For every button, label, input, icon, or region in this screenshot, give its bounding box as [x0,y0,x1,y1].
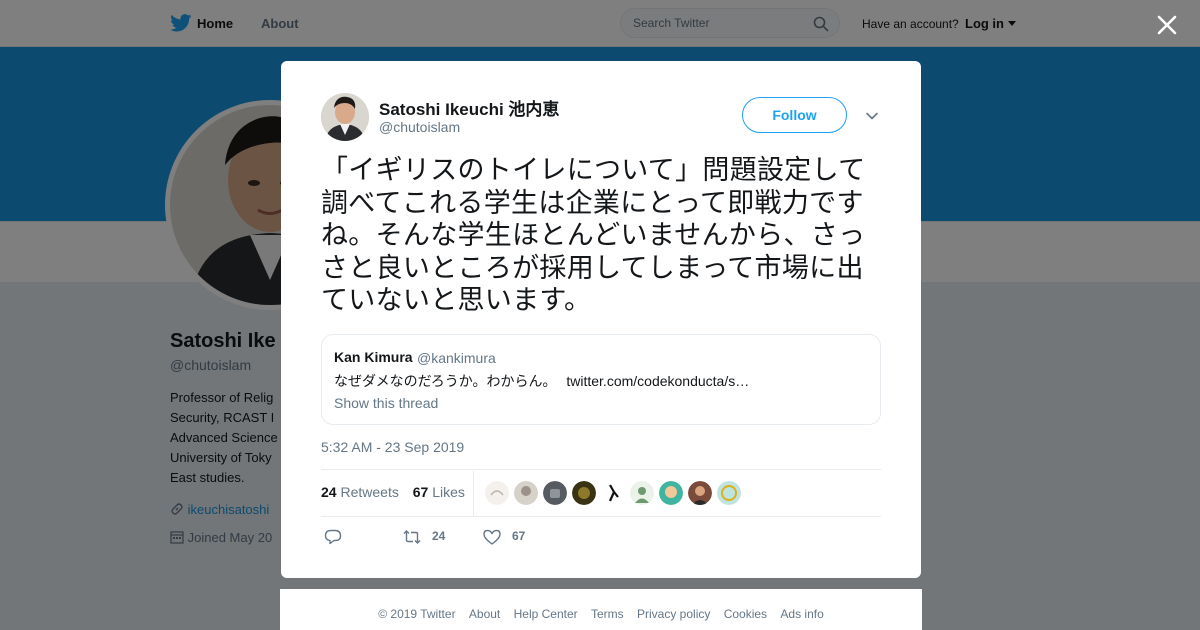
reply-icon[interactable] [324,529,342,545]
footer-link-ads-info[interactable]: Ads info [780,607,823,621]
tweet-modal: Satoshi Ikeuchi 池内恵 @chutoislam Follow 「… [281,61,921,578]
tweet-stats: 24 Retweets 67 Likes [321,484,465,500]
footer: © 2019 Twitter About Help Center Terms P… [280,589,922,630]
footer-links: © 2019 Twitter About Help Center Terms P… [280,607,922,621]
quoted-author-handle: @kankimura [417,350,496,366]
liker-avatar[interactable] [717,481,741,505]
liker-avatar[interactable] [514,481,538,505]
retweet-icon[interactable] [403,529,421,545]
close-icon[interactable] [1155,13,1179,37]
divider [321,469,881,470]
follow-button[interactable]: Follow [742,97,847,133]
quoted-author-name: Kan Kimura [334,349,413,365]
retweets-stat[interactable]: 24 Retweets [321,484,399,500]
likes-label: Likes [432,484,465,500]
liker-avatar[interactable] [688,481,712,505]
chevron-down-icon[interactable] [865,109,879,123]
like-count: 67 [512,529,526,543]
liker-avatar[interactable] [572,481,596,505]
retweet-count: 24 [432,529,446,543]
retweets-label: Retweets [340,484,399,500]
tweet-timestamp[interactable]: 5:32 AM - 23 Sep 2019 [321,439,464,455]
tweet-text: 「イギリスのトイレについて」問題設定して調べてこれる学生は企業にとって即戦力です… [321,155,866,315]
show-thread-link[interactable]: Show this thread [334,395,438,411]
author-handle[interactable]: @chutoislam [379,119,460,135]
heart-icon[interactable] [483,529,501,545]
quoted-tweet-text: なぜダメなのだろうか。わからん。 twitter.com/codekonduct… [334,371,749,391]
retweets-count: 24 [321,484,337,500]
liker-avatar[interactable] [543,481,567,505]
footer-link-about[interactable]: About [469,607,500,621]
liker-avatar[interactable] [659,481,683,505]
likes-stat[interactable]: 67 Likes [413,484,465,500]
divider [473,471,474,517]
quoted-tweet-link[interactable]: twitter.com/codekonducta/s… [566,373,749,389]
liker-avatar[interactable] [601,481,625,505]
quoted-tweet[interactable]: Kan Kimura @kankimura なぜダメなのだろうか。わからん。 t… [321,334,881,425]
author-avatar-photo [321,93,369,141]
footer-link-terms[interactable]: Terms [591,607,624,621]
footer-copyright: © 2019 Twitter [378,607,456,621]
likes-count: 67 [412,484,429,500]
author-name[interactable]: Satoshi Ikeuchi 池内恵 [379,95,559,120]
quoted-text-body: なぜダメなのだろうか。わからん。 [334,373,557,389]
divider [321,516,881,517]
liker-avatar[interactable] [630,481,654,505]
footer-link-help-center[interactable]: Help Center [514,607,578,621]
liker-avatar[interactable] [485,481,509,505]
footer-link-privacy[interactable]: Privacy policy [637,607,710,621]
author-avatar[interactable] [321,93,369,141]
footer-link-cookies[interactable]: Cookies [724,607,767,621]
